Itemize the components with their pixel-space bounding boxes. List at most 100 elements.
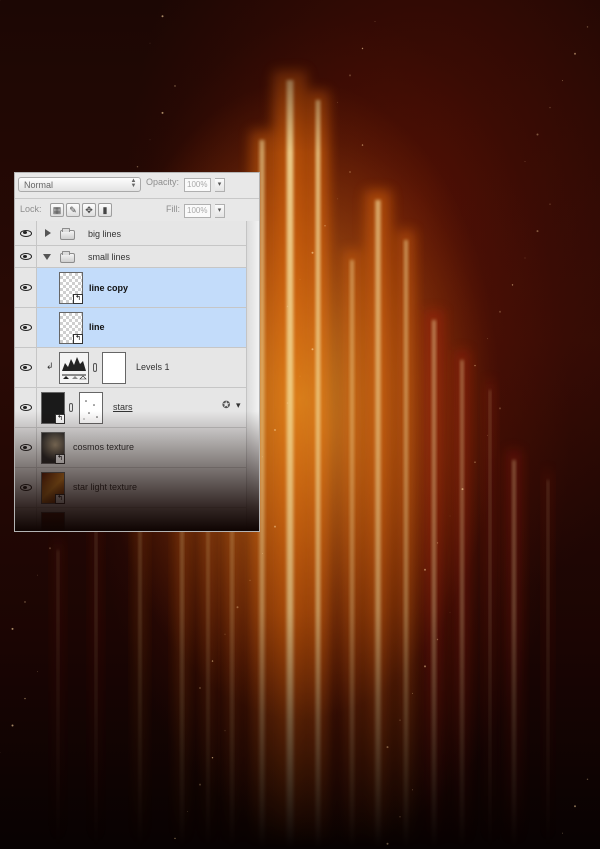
eye-icon <box>19 484 32 491</box>
star-particle <box>24 601 26 603</box>
layer-partially-visible[interactable] <box>15 508 246 531</box>
visibility-toggle[interactable] <box>15 221 37 245</box>
star-particle <box>536 133 539 136</box>
lock-all-icon[interactable]: ▮ <box>98 203 112 217</box>
layer-name: star light texture <box>73 482 138 492</box>
star-particle <box>511 284 514 286</box>
lock-image-pixels-icon[interactable]: ✎ <box>66 203 80 217</box>
layer-thumbnail: ↰ <box>59 272 83 304</box>
star-particle <box>449 515 451 517</box>
beam-core-3 <box>375 200 381 849</box>
smart-object-badge-icon: ↰ <box>73 334 83 344</box>
star-particle <box>349 74 351 77</box>
blend-mode-stepper-icon: ▲ ▼ <box>130 178 137 189</box>
layer-thumbnail: ↰ <box>59 312 83 344</box>
lock-position-icon[interactable]: ✥ <box>82 203 96 217</box>
star-particle <box>349 171 351 173</box>
star-particle <box>399 816 401 818</box>
visibility-toggle[interactable] <box>15 468 37 507</box>
beam-core-0 <box>286 80 294 849</box>
layer-name: big lines <box>88 229 122 239</box>
layer-small-lines[interactable]: small lines <box>15 246 246 268</box>
layer-effects-expand-icon[interactable]: ▾ <box>236 400 241 411</box>
star-particle <box>262 553 263 554</box>
eye-icon <box>19 284 32 291</box>
layer-mask-thumbnail <box>79 392 103 424</box>
beam-core-15 <box>489 390 491 849</box>
layer-name: Levels 1 <box>136 362 170 372</box>
layer-effects-icon[interactable]: ✪ <box>222 400 230 411</box>
visibility-toggle[interactable] <box>15 308 37 347</box>
star-particle <box>574 52 576 55</box>
layer-name: small lines <box>88 252 131 262</box>
visibility-toggle[interactable] <box>15 268 37 307</box>
visibility-toggle[interactable] <box>15 246 37 267</box>
star-particle <box>149 42 151 44</box>
visibility-toggle[interactable] <box>15 508 37 531</box>
star-particle <box>199 783 201 786</box>
layer-thumbnail: ↰ <box>41 472 65 504</box>
layer-line-copy[interactable]: ↰ line copy <box>15 268 246 308</box>
layer-name: cosmos texture <box>73 442 135 452</box>
visibility-toggle[interactable] <box>15 388 37 427</box>
smart-object-badge-icon: ↰ <box>55 494 65 504</box>
lock-transparent-pixels-icon[interactable]: ▦ <box>50 203 64 217</box>
layer-stars[interactable]: ↰ stars ✪ ▾ <box>15 388 246 428</box>
star-particle <box>474 364 476 367</box>
star-particle <box>174 85 176 87</box>
star-particle <box>562 80 563 82</box>
star-particle <box>236 606 239 609</box>
beam-core-6 <box>432 320 436 849</box>
star-particle <box>136 166 139 168</box>
layer-levels-1[interactable]: ↲ Levels 1 <box>15 348 246 388</box>
star-particle <box>412 789 413 791</box>
blend-mode-dropdown[interactable]: Normal ▲ ▼ <box>18 177 141 192</box>
layers-panel: Normal ▲ ▼ Opacity: 100% ▾ Lock: ▦ ✎ ✥ ▮ … <box>14 172 260 532</box>
star-particle <box>474 461 476 463</box>
eye-icon <box>19 229 32 237</box>
layer-big-lines[interactable]: big lines <box>15 221 246 246</box>
star-particle <box>361 47 364 50</box>
star-particle <box>274 525 276 528</box>
star-particle <box>337 198 338 200</box>
fill-input[interactable]: 100% <box>184 204 211 218</box>
star-particle <box>412 692 413 694</box>
fill-label: Fill: <box>166 204 180 214</box>
star-particle <box>211 660 214 662</box>
star-particle <box>337 101 338 103</box>
smart-object-badge-icon: ↰ <box>55 414 65 424</box>
star-particle <box>536 230 539 233</box>
smart-object-badge-icon: ↰ <box>55 454 65 464</box>
layers-scrollbar[interactable] <box>246 221 259 531</box>
opacity-input[interactable]: 100% <box>184 178 211 192</box>
star-particle <box>524 257 526 259</box>
visibility-toggle[interactable] <box>15 348 37 387</box>
layer-thumbnail: ↰ <box>41 392 65 424</box>
star-particle <box>161 111 164 114</box>
star-particle <box>299 279 301 280</box>
link-chain-icon[interactable] <box>69 403 73 412</box>
link-chain-icon[interactable] <box>93 363 97 372</box>
star-particle <box>487 434 488 436</box>
smart-object-badge-icon: ↰ <box>73 294 83 304</box>
star-particle <box>436 542 439 544</box>
star-particle <box>499 407 501 410</box>
layer-line[interactable]: ↰ line <box>15 308 246 348</box>
eye-icon <box>19 404 32 411</box>
layer-name: line copy <box>89 283 129 293</box>
blend-mode-value: Normal <box>24 179 54 190</box>
star-particle <box>286 305 289 308</box>
star-particle <box>487 338 488 340</box>
opacity-dropdown-arrow-icon[interactable]: ▾ <box>215 178 225 192</box>
star-particle <box>211 757 214 759</box>
visibility-toggle[interactable] <box>15 428 37 467</box>
layer-star-light-texture[interactable]: ↰ star light texture <box>15 468 246 508</box>
layer-cosmos-texture[interactable]: ↰ cosmos texture <box>15 428 246 468</box>
collapse-triangle-icon[interactable] <box>43 254 51 260</box>
eye-icon <box>19 324 32 331</box>
layer-thumbnail: ↰ <box>41 432 65 464</box>
fill-dropdown-arrow-icon[interactable]: ▾ <box>215 204 225 218</box>
star-particle <box>399 719 401 721</box>
expand-triangle-icon[interactable] <box>45 229 51 237</box>
star-particle <box>436 638 439 641</box>
